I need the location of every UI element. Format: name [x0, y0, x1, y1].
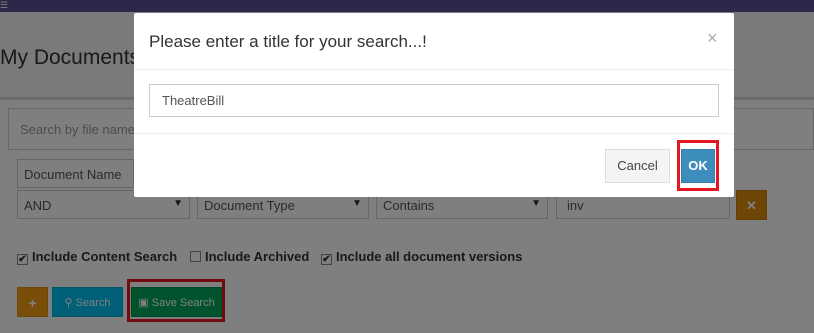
- ok-button-highlight: [677, 140, 719, 191]
- dialog-header-divider: [134, 69, 734, 70]
- cancel-button[interactable]: Cancel: [605, 149, 670, 183]
- dialog-title: Please enter a title for your search...!: [149, 32, 427, 51]
- save-search-dialog: Please enter a title for your search...!…: [134, 13, 734, 197]
- close-icon[interactable]: ×: [707, 29, 718, 47]
- search-title-input[interactable]: [149, 84, 719, 117]
- dialog-footer-divider: [134, 133, 734, 134]
